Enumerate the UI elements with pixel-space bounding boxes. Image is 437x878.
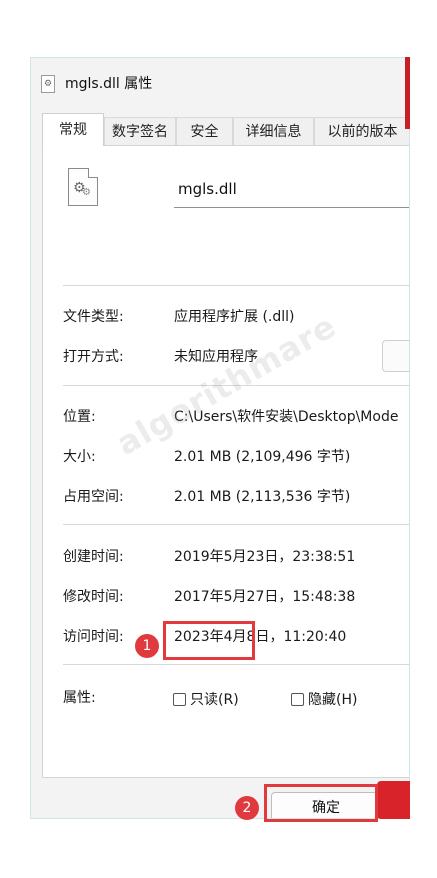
file-type-value: 应用程序扩展 (.dll) (174, 309, 295, 325)
size-label: 大小: (63, 449, 96, 465)
change-open-with-button[interactable] (382, 340, 409, 372)
divider (63, 524, 409, 525)
file-type-label: 文件类型: (63, 309, 124, 325)
title-bar: ⚙ mgls.dll 属性 (31, 58, 409, 110)
tab-general[interactable]: 常规 (42, 113, 104, 146)
checkbox-box[interactable] (173, 693, 186, 706)
tab-security[interactable]: 安全 (176, 117, 233, 145)
size-on-disk-value: 2.01 MB (2,113,536 字节) (174, 489, 351, 505)
open-with-label: 打开方式: (63, 349, 124, 365)
open-with-value: 未知应用程序 (174, 349, 258, 365)
checkbox-box[interactable] (291, 693, 304, 706)
modified-label: 修改时间: (63, 589, 124, 605)
attributes-label: 属性: (63, 690, 96, 706)
highlight-ok (264, 784, 378, 822)
step-badge-2: 2 (235, 796, 259, 820)
tab-strip: 常规 数字签名 安全 详细信息 以前的版本 (31, 113, 409, 146)
hidden-label: 隐藏(H) (308, 692, 358, 708)
readonly-checkbox[interactable]: 只读(R) (173, 689, 239, 709)
properties-window: ⚙ mgls.dll 属性 常规 数字签名 安全 详细信息 以前的版本 ⚙ ⚙ m… (30, 57, 410, 819)
divider (63, 664, 409, 665)
side-accent (405, 57, 410, 129)
hidden-checkbox[interactable]: 隐藏(H) (291, 689, 357, 709)
accessed-label: 访问时间: (63, 629, 124, 645)
size-on-disk-label: 占用空间: (63, 489, 124, 505)
location-value: C:\Users\软件安装\Desktop\Mode (174, 409, 399, 425)
tab-previous-versions[interactable]: 以前的版本 (314, 117, 409, 145)
highlight-readonly (163, 621, 255, 660)
cancel-button-overlay (377, 781, 410, 819)
step-badge-1: 1 (135, 634, 159, 658)
size-value: 2.01 MB (2,109,496 字节) (174, 449, 351, 465)
divider (63, 285, 409, 286)
location-label: 位置: (63, 409, 96, 425)
window-title: mgls.dll 属性 (65, 76, 153, 92)
tab-details[interactable]: 详细信息 (233, 117, 314, 145)
filename-field[interactable]: mgls.dll (174, 174, 409, 208)
created-label: 创建时间: (63, 549, 124, 565)
tab-digital-signatures[interactable]: 数字签名 (104, 117, 176, 145)
created-value: 2019年5月23日，23:38:51 (174, 549, 356, 565)
dll-gear-file-icon: ⚙ ⚙ (68, 168, 98, 206)
dll-file-icon: ⚙ (41, 75, 55, 93)
modified-value: 2017年5月27日，15:48:38 (174, 589, 356, 605)
general-panel: ⚙ ⚙ mgls.dll 文件类型: 应用程序扩展 (.dll) 打开方式: 未知… (42, 145, 409, 778)
divider (63, 385, 409, 386)
readonly-label: 只读(R) (190, 692, 239, 708)
